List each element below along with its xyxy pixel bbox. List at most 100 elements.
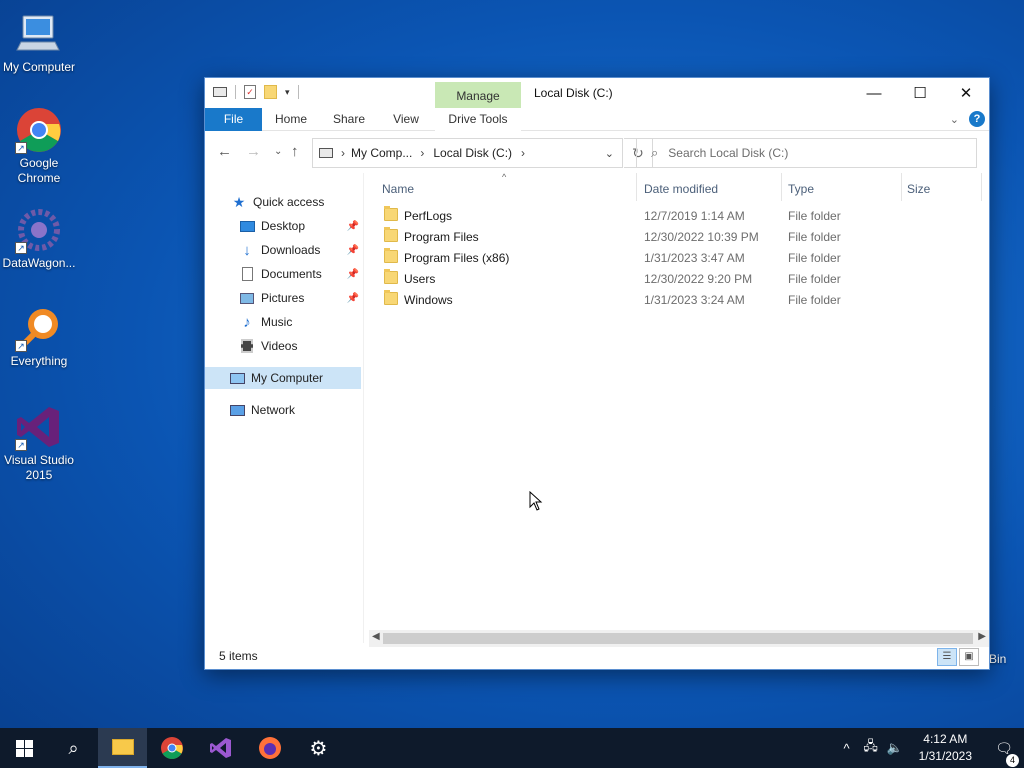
breadcrumb-separator-icon: › <box>341 146 345 160</box>
file-list: ^ Name Date modified Type Size PerfLogs … <box>364 172 990 643</box>
network-status-icon[interactable]: 🖧 <box>859 737 883 759</box>
column-divider[interactable] <box>781 173 782 201</box>
folder-icon <box>384 248 398 263</box>
tab-drive-tools[interactable]: Drive Tools <box>435 108 521 131</box>
desktop-icon-everything[interactable]: ↗ Everything <box>0 304 78 369</box>
notification-icon: 🗨 <box>995 739 1013 756</box>
table-row[interactable]: PerfLogs 12/7/2019 1:14 AM File folder <box>382 205 982 226</box>
address-dropdown-icon[interactable]: ⌄ <box>605 147 614 160</box>
file-type: File folder <box>788 209 841 223</box>
table-row[interactable]: Program Files (x86) 1/31/2023 3:47 AM Fi… <box>382 247 982 268</box>
tab-file[interactable]: File <box>205 108 262 131</box>
chrome-icon <box>160 737 183 759</box>
search-box[interactable]: ⌕ Search Local Disk (C:) <box>636 138 977 168</box>
desktop-icon-chrome[interactable]: ↗ Google Chrome <box>0 106 78 186</box>
explorer-window: ✓ ▾ Manage Local Disk (C:) — ☐ ✕ File Ho… <box>204 77 990 670</box>
pin-icon[interactable]: 📌 <box>347 221 359 232</box>
film-icon <box>239 338 255 354</box>
taskbar-visual-studio[interactable] <box>196 728 245 768</box>
folder-icon <box>111 739 134 755</box>
shortcut-arrow-icon: ↗ <box>15 242 27 254</box>
column-header-size[interactable]: Size <box>907 182 930 196</box>
address-bar[interactable]: › My Comp... › Local Disk (C:) › ⌄ <box>312 138 623 168</box>
file-date: 12/7/2019 1:14 AM <box>644 209 745 223</box>
forward-button[interactable]: → <box>246 143 261 160</box>
column-divider[interactable] <box>981 173 982 201</box>
file-type: File folder <box>788 272 841 286</box>
clock-time: 4:12 AM <box>923 732 968 746</box>
nav-pictures[interactable]: Pictures 📌 <box>239 287 361 309</box>
start-button[interactable] <box>0 728 49 768</box>
desktop-icon-visual-studio[interactable]: ↗ Visual Studio 2015 <box>0 403 78 483</box>
nav-videos[interactable]: Videos <box>239 335 297 357</box>
table-row[interactable]: Program Files 12/30/2022 10:39 PM File f… <box>382 226 982 247</box>
maximize-button[interactable]: ☐ <box>897 78 943 108</box>
pin-icon[interactable]: 📌 <box>347 293 359 304</box>
minimize-button[interactable]: — <box>851 78 897 108</box>
taskbar-chrome[interactable] <box>147 728 196 768</box>
scroll-right-icon[interactable]: ▶ <box>978 631 986 642</box>
toolbar-separator <box>297 85 299 99</box>
show-hidden-icons-icon[interactable]: ^ <box>835 741 859 756</box>
close-button[interactable]: ✕ <box>943 78 989 108</box>
new-folder-icon[interactable] <box>264 85 277 99</box>
expand-ribbon-icon[interactable]: ⌄ <box>950 113 959 126</box>
large-icons-view-icon[interactable]: ▣ <box>959 648 979 666</box>
computer-icon <box>15 10 63 58</box>
search-button[interactable]: ⌕ <box>49 728 98 768</box>
column-header-type[interactable]: Type <box>788 182 814 196</box>
nav-label: Music <box>261 315 293 329</box>
column-header-date[interactable]: Date modified <box>644 182 718 196</box>
taskbar-settings[interactable]: ⚙ <box>294 728 343 768</box>
drive-icon <box>213 87 227 97</box>
nav-my-computer[interactable]: My Computer <box>205 367 361 389</box>
customize-toolbar-icon[interactable]: ▾ <box>285 87 290 98</box>
breadcrumb-local-disk[interactable]: Local Disk (C:) <box>433 146 512 160</box>
nav-quick-access[interactable]: ★ Quick access <box>231 191 325 213</box>
tab-home[interactable]: Home <box>268 108 314 131</box>
visual-studio-icon: ↗ <box>15 403 63 451</box>
column-divider[interactable] <box>901 173 902 201</box>
column-header-name[interactable]: Name <box>382 182 414 196</box>
window-controls: — ☐ ✕ <box>851 78 989 108</box>
nav-desktop[interactable]: Desktop 📌 <box>239 215 361 237</box>
column-divider[interactable] <box>636 173 637 201</box>
pin-icon[interactable]: 📌 <box>347 269 359 280</box>
window-title: Local Disk (C:) <box>534 86 613 100</box>
back-button[interactable]: ← <box>217 143 232 160</box>
nav-downloads[interactable]: ↓ Downloads 📌 <box>239 239 361 261</box>
volume-icon[interactable]: 🔈 <box>883 740 907 756</box>
file-name: PerfLogs <box>404 209 453 223</box>
manage-context-tab[interactable]: Manage <box>435 82 521 108</box>
table-row[interactable]: Windows 1/31/2023 3:24 AM File folder <box>382 289 982 310</box>
tab-share[interactable]: Share <box>326 108 372 131</box>
search-icon: ⌕ <box>651 145 659 160</box>
search-icon: ⌕ <box>68 737 79 758</box>
tab-view[interactable]: View <box>383 108 429 131</box>
table-row[interactable]: Users 12/30/2022 9:20 PM File folder <box>382 268 982 289</box>
desktop-icon-my-computer[interactable]: My Computer <box>0 10 78 75</box>
scrollbar-thumb[interactable] <box>383 633 973 644</box>
nav-documents[interactable]: Documents 📌 <box>239 263 361 285</box>
ribbon-right-controls: ⌄ ? <box>950 111 985 127</box>
clock[interactable]: 4:12 AM 1/31/2023 <box>907 731 984 765</box>
taskbar-file-explorer[interactable] <box>98 728 147 768</box>
properties-icon[interactable]: ✓ <box>244 85 256 99</box>
recycle-bin-label-partial[interactable]: Bin <box>989 652 1006 666</box>
scroll-left-icon[interactable]: ◀ <box>372 631 380 642</box>
breadcrumb-my-computer[interactable]: My Comp... <box>351 146 412 160</box>
taskbar-firefox[interactable] <box>245 728 294 768</box>
title-bar[interactable]: ✓ ▾ Manage Local Disk (C:) — ☐ ✕ <box>205 78 989 108</box>
action-center-button[interactable]: 🗨 4 <box>984 739 1024 767</box>
recent-locations-icon[interactable]: ⌄ <box>274 146 282 157</box>
computer-icon <box>229 370 245 386</box>
details-view-icon[interactable]: ☰ <box>937 648 957 666</box>
nav-network[interactable]: Network <box>229 399 295 421</box>
desktop-icon-datawagon[interactable]: ↗ DataWagon... <box>0 206 78 271</box>
help-icon[interactable]: ? <box>969 111 985 127</box>
pin-icon[interactable]: 📌 <box>347 245 359 256</box>
desktop-icon-label: My Computer <box>2 60 76 74</box>
up-button[interactable]: ↑ <box>291 143 299 160</box>
nav-music[interactable]: ♪ Music <box>239 311 292 333</box>
magnifier-icon: ↗ <box>15 304 63 352</box>
